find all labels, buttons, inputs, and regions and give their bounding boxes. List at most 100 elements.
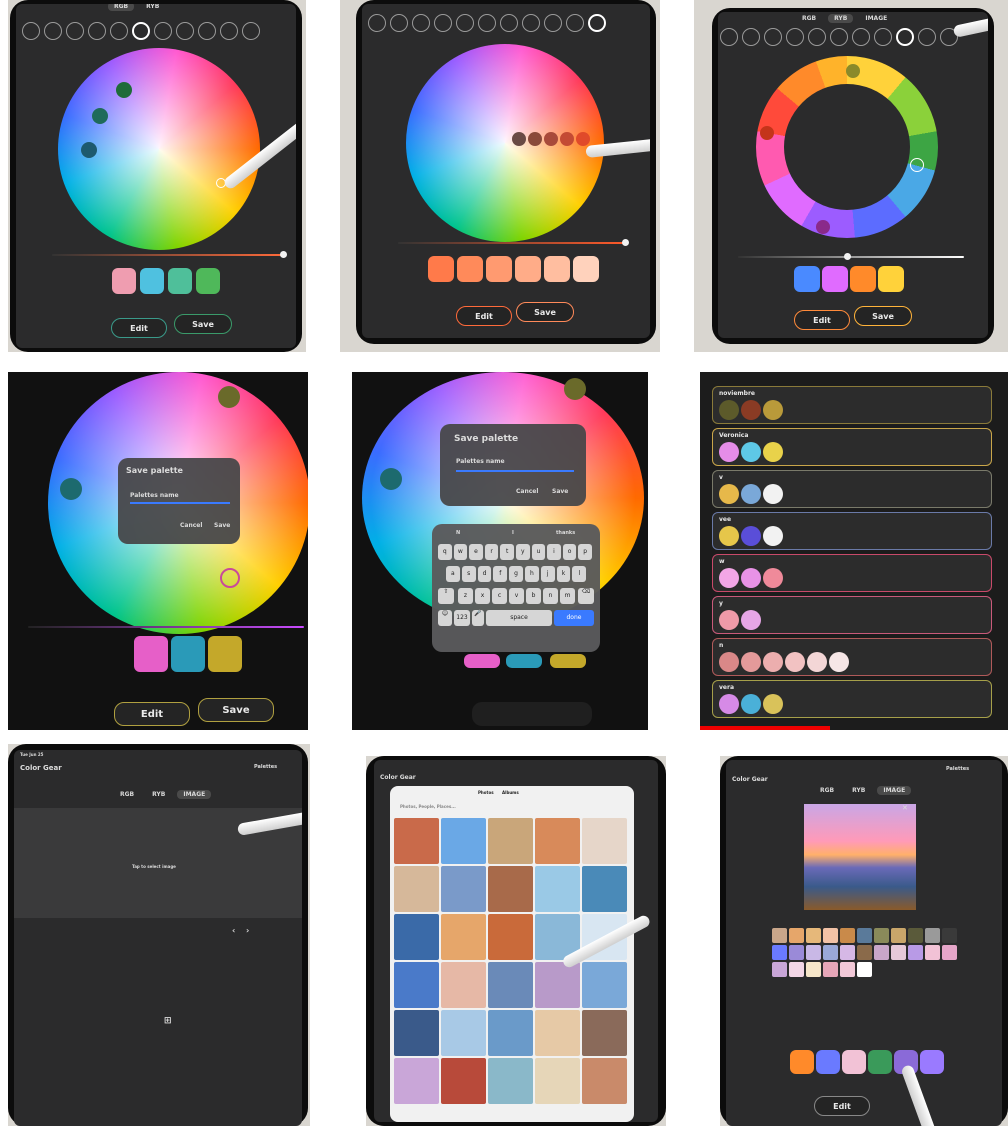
palette-name-field[interactable]: Palettes name bbox=[456, 458, 505, 465]
emoji-key[interactable]: ☺ bbox=[438, 610, 452, 626]
key-r[interactable]: r bbox=[484, 544, 499, 560]
harmony-option[interactable] bbox=[456, 14, 474, 32]
prev-arrow-icon[interactable]: ‹ bbox=[232, 926, 235, 935]
photo-thumbnail[interactable] bbox=[488, 962, 533, 1008]
extracted-color[interactable] bbox=[823, 945, 838, 960]
color-handle[interactable] bbox=[218, 386, 240, 408]
key-d[interactable]: d bbox=[477, 566, 492, 582]
delete-key[interactable]: ⌫ bbox=[578, 588, 594, 604]
harmony-option[interactable] bbox=[198, 22, 216, 40]
color-handle[interactable] bbox=[81, 142, 97, 158]
photo-thumbnail[interactable] bbox=[394, 866, 439, 912]
mode-tabs[interactable]: RGB RYB IMAGE bbox=[814, 786, 912, 795]
saved-palette-row[interactable]: v bbox=[712, 470, 992, 508]
photo-thumbnail[interactable] bbox=[488, 818, 533, 864]
saved-color-dot[interactable] bbox=[719, 400, 739, 420]
palette-swatch[interactable] bbox=[140, 268, 164, 294]
photo-thumbnail[interactable] bbox=[535, 962, 580, 1008]
key-g[interactable]: g bbox=[509, 566, 523, 582]
harmony-option[interactable] bbox=[522, 14, 540, 32]
saved-color-dot[interactable] bbox=[763, 568, 783, 588]
palette-swatch[interactable] bbox=[134, 636, 168, 672]
extracted-color[interactable] bbox=[806, 928, 821, 943]
harmony-option[interactable] bbox=[220, 22, 238, 40]
photo-thumbnail[interactable] bbox=[441, 962, 486, 1008]
palette-swatch[interactable] bbox=[794, 266, 820, 292]
mode-tabs[interactable]: RGB RYB bbox=[108, 4, 165, 11]
harmony-option[interactable] bbox=[434, 14, 452, 32]
key-h[interactable]: h bbox=[525, 566, 539, 582]
extracted-color[interactable] bbox=[789, 945, 804, 960]
next-arrow-icon[interactable]: › bbox=[246, 926, 249, 935]
extracted-color[interactable] bbox=[874, 928, 889, 943]
harmony-option[interactable] bbox=[44, 22, 62, 40]
harmony-option[interactable] bbox=[808, 28, 826, 46]
tab-rgb[interactable]: RGB bbox=[814, 786, 840, 795]
saved-color-dot[interactable] bbox=[719, 694, 739, 714]
extracted-color[interactable] bbox=[925, 928, 940, 943]
saved-color-dot[interactable] bbox=[741, 568, 761, 588]
palette-name-field[interactable]: Palettes name bbox=[130, 492, 179, 499]
numbers-key[interactable]: 123 bbox=[454, 610, 470, 626]
palette-swatch[interactable] bbox=[550, 654, 586, 668]
key-q[interactable]: q bbox=[438, 544, 452, 560]
photo-thumbnail[interactable] bbox=[488, 1010, 533, 1056]
harmony-option[interactable] bbox=[918, 28, 936, 46]
edit-button[interactable]: Edit bbox=[456, 306, 512, 326]
saved-color-dot[interactable] bbox=[763, 652, 783, 672]
palette-swatch[interactable] bbox=[842, 1050, 866, 1074]
tab-rgb[interactable]: RGB bbox=[796, 14, 822, 23]
edit-button[interactable]: Edit bbox=[814, 1096, 870, 1116]
harmony-option-selected[interactable] bbox=[588, 14, 606, 32]
harmony-option[interactable] bbox=[390, 14, 408, 32]
extracted-color[interactable] bbox=[806, 962, 821, 977]
palette-swatch[interactable] bbox=[544, 256, 570, 282]
extracted-color[interactable] bbox=[857, 928, 872, 943]
save-button[interactable]: Save bbox=[214, 522, 230, 529]
harmony-option[interactable] bbox=[88, 22, 106, 40]
harmony-selector[interactable] bbox=[368, 14, 606, 32]
extracted-color[interactable] bbox=[874, 945, 889, 960]
harmony-option[interactable] bbox=[830, 28, 848, 46]
tab-ryb[interactable]: RYB bbox=[846, 786, 871, 795]
saved-color-dot[interactable] bbox=[741, 526, 761, 546]
tab-ryb[interactable]: RYB bbox=[828, 14, 854, 23]
color-handle[interactable] bbox=[60, 478, 82, 500]
harmony-option[interactable] bbox=[874, 28, 892, 46]
space-key[interactable]: space bbox=[486, 610, 552, 626]
extracted-color[interactable] bbox=[789, 962, 804, 977]
color-handle[interactable] bbox=[846, 64, 860, 78]
tab-image[interactable]: IMAGE bbox=[859, 14, 893, 23]
palettes-link[interactable]: Palettes bbox=[254, 764, 277, 770]
key-k[interactable]: k bbox=[556, 566, 571, 582]
palette-swatch[interactable] bbox=[878, 266, 904, 292]
palette-swatch[interactable] bbox=[573, 256, 599, 282]
color-handle[interactable] bbox=[760, 126, 774, 140]
palette-swatch[interactable] bbox=[112, 268, 136, 294]
brightness-slider[interactable] bbox=[52, 254, 284, 256]
palette-swatch[interactable] bbox=[428, 256, 454, 282]
edit-button[interactable]: Edit bbox=[114, 702, 190, 726]
saved-palette-row[interactable]: Veronica bbox=[712, 428, 992, 466]
extracted-color[interactable] bbox=[772, 928, 787, 943]
tab-photos[interactable]: Photos bbox=[478, 790, 494, 795]
palette-swatch[interactable] bbox=[868, 1050, 892, 1074]
palette-swatch[interactable] bbox=[196, 268, 220, 294]
harmony-option[interactable] bbox=[500, 14, 518, 32]
color-handle[interactable] bbox=[116, 82, 132, 98]
extracted-color[interactable] bbox=[942, 928, 957, 943]
extracted-color[interactable] bbox=[772, 945, 787, 960]
key-p[interactable]: p bbox=[578, 544, 592, 560]
color-handle[interactable] bbox=[910, 158, 924, 172]
saved-color-dot[interactable] bbox=[763, 400, 783, 420]
extracted-color[interactable] bbox=[908, 928, 923, 943]
suggestion[interactable]: N bbox=[456, 530, 460, 536]
palette-swatch[interactable] bbox=[816, 1050, 840, 1074]
tab-rgb[interactable]: RGB bbox=[108, 4, 135, 11]
edit-button[interactable]: Edit bbox=[794, 310, 850, 330]
tab-ryb[interactable]: RYB bbox=[140, 4, 165, 11]
saved-color-dot[interactable] bbox=[763, 442, 783, 462]
key-y[interactable]: y bbox=[516, 544, 530, 560]
photo-thumbnail[interactable] bbox=[535, 818, 580, 864]
key-o[interactable]: o bbox=[562, 544, 577, 560]
